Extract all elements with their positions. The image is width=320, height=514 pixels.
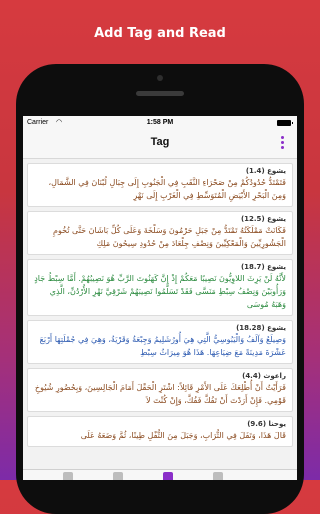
speaker — [136, 91, 184, 96]
nav-bar: Tag — [23, 130, 297, 159]
promo-title: Add Tag and Read — [94, 26, 226, 41]
verse-reference: يشوع (18.7) — [240, 263, 286, 271]
verse-reference: يوحنا (9.6) — [247, 420, 286, 428]
verse-reference: يشوع (18.28) — [236, 324, 286, 332]
list-item[interactable]: يشوع (1.4) فَتَمْتَدُّ حُدُودُكُمْ مِنْ … — [27, 163, 293, 207]
verse-reference: يشوع (12.5) — [240, 215, 286, 223]
tag-list: يشوع (1.4) فَتَمْتَدُّ حُدُودُكُمْ مِنْ … — [23, 159, 297, 447]
list-item[interactable]: يشوع (18.7) لأَنَّهُ لَنْ يَرِثَ اللاوِي… — [27, 259, 293, 316]
tab-icon[interactable] — [113, 472, 123, 480]
list-item[interactable]: يشوع (18.28) وَصِيلَعُ وَآلَفُ وَالْيَبُ… — [27, 320, 293, 364]
tab-icon[interactable] — [213, 472, 223, 480]
app-screen: Carrier ◠ 1:58 PM Tag يشوع (1.4) فَتَمْت… — [23, 116, 297, 480]
verse-text: فَرَأَيْتُ أَنْ أُطْلِعَكَ عَلَى الأَمْر… — [34, 383, 286, 405]
verse-text: لأَنَّهُ لَنْ يَرِثَ اللاوِيُّونَ نَصِيب… — [34, 274, 286, 309]
more-vertical-icon[interactable] — [277, 136, 287, 152]
camera — [157, 75, 163, 81]
tab-icon[interactable] — [63, 472, 73, 480]
tab-bar — [23, 469, 297, 480]
status-bar: Carrier ◠ 1:58 PM — [23, 116, 297, 130]
verse-reference: يشوع (1.4) — [245, 167, 286, 175]
verse-text: فَكَانَتْ مَمْلَكَتُهُ تَمْتَدُّ مِنْ جَ… — [53, 226, 286, 248]
verse-reference: راعوث (4.4) — [242, 372, 286, 380]
verse-text: قَالَ هَذَا، وَتَفَلَ فِي التُّرَابِ، وَ… — [80, 431, 286, 440]
status-time: 1:58 PM — [146, 119, 174, 126]
tab-icon[interactable] — [163, 472, 173, 480]
verse-text: وَصِيلَعُ وَآلَفُ وَالْيَبُوسِيُّ الَّتِ… — [39, 335, 286, 357]
verse-text: فَتَمْتَدُّ حُدُودُكُمْ مِنْ صَحْرَاءِ ا… — [48, 178, 286, 200]
list-item[interactable]: راعوث (4.4) فَرَأَيْتُ أَنْ أُطْلِعَكَ ع… — [27, 368, 293, 412]
page-title: Tag — [150, 136, 170, 148]
list-item[interactable]: يوحنا (9.6) قَالَ هَذَا، وَتَفَلَ فِي ال… — [27, 416, 293, 447]
list-item[interactable]: يشوع (12.5) فَكَانَتْ مَمْلَكَتُهُ تَمْت… — [27, 211, 293, 255]
battery-icon — [277, 120, 293, 126]
